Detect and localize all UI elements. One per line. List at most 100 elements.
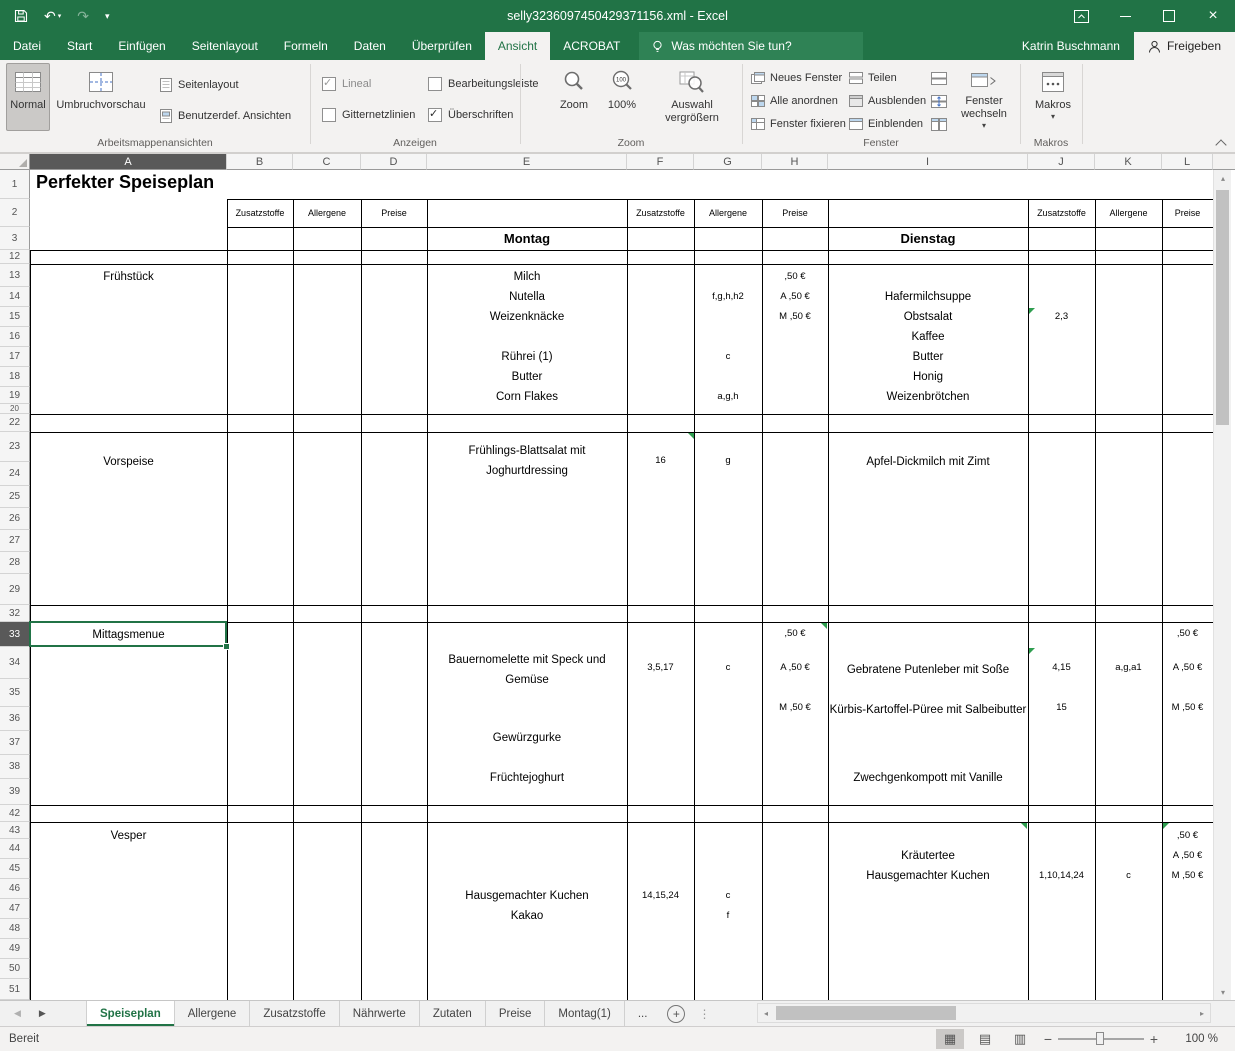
cell-menu-item[interactable]: Zwechgenkompott mit Vanille [828, 768, 1028, 788]
cell-allergens[interactable]: c [694, 886, 762, 906]
cell-menu-item[interactable]: Nutella [427, 287, 627, 307]
cell-allergens[interactable]: a,g,a1 [1095, 658, 1162, 678]
sheet-tab-bar: ◀ ▶ Speiseplan Allergene Zusatzstoffe Nä… [0, 1000, 1235, 1026]
cell-menu-item[interactable]: Honig [828, 367, 1028, 387]
cell-price[interactable]: M ,50 € [1162, 866, 1213, 886]
cell-menu-item[interactable]: Gewürzgurke [427, 728, 627, 748]
cell-menu-item[interactable]: Hausgemachter Kuchen [427, 886, 627, 906]
cell-menu-item[interactable]: Weizenknäcke [427, 307, 627, 327]
cell-allergens[interactable]: f,g,h,h2 [694, 287, 762, 307]
horizontal-scrollbar-thumb[interactable] [776, 1006, 956, 1020]
cell-menu-item[interactable]: Gebratene Putenleber mit Soße [828, 650, 1028, 690]
cell-menu-item[interactable]: Kräutertee [828, 846, 1028, 866]
cell-column-label[interactable]: Allergene [694, 203, 762, 223]
cell-menu-item[interactable]: Apfel-Dickmilch mit Zimt [828, 452, 1028, 472]
cell-menu-item[interactable]: Früchtejoghurt [427, 768, 627, 788]
cell-price[interactable]: M ,50 € [1162, 698, 1213, 718]
scroll-left-button[interactable]: ◂ [758, 1004, 774, 1022]
cell-price[interactable]: ,50 € [762, 624, 828, 644]
cell-menu-item[interactable]: Milch [427, 267, 627, 287]
cell-day-header-tuesday[interactable]: Dienstag [828, 228, 1028, 249]
cell-section-title[interactable]: Vesper [30, 826, 227, 846]
cell-allergens[interactable]: g [694, 451, 762, 471]
cell-allergens[interactable]: c [1095, 866, 1162, 886]
cell-additives[interactable]: 2,3 [1028, 307, 1095, 327]
vertical-scrollbar[interactable]: ▴ ▾ [1213, 170, 1231, 1000]
sheet-tab-speiseplan[interactable]: Speiseplan [86, 1001, 175, 1026]
cell-price[interactable]: M ,50 € [762, 698, 828, 718]
cell-section-title[interactable]: Frühstück [30, 267, 227, 287]
cell-allergens[interactable]: c [694, 347, 762, 367]
cell-section-title[interactable]: Vorspeise [30, 452, 227, 472]
cell-menu-item[interactable]: Frühlings-Blattsalat mit Joghurtdressing [427, 441, 627, 481]
tab-scrollbar-splitter[interactable]: ⋮ [692, 1001, 716, 1026]
fill-handle[interactable] [223, 643, 230, 650]
zoom-out-button[interactable]: − [1040, 1027, 1056, 1051]
cell-menu-item[interactable]: Rührei (1) [427, 347, 627, 367]
cell-workbook-title[interactable]: Perfekter Speiseplan [36, 172, 214, 193]
next-sheet-button[interactable]: ▶ [39, 1008, 46, 1019]
status-mode: Bereit [9, 1027, 39, 1051]
page-break-view-status-button[interactable]: ▥ [1006, 1029, 1034, 1049]
cell-price[interactable]: M ,50 € [762, 307, 828, 327]
page-layout-view-status-button[interactable]: ▤ [971, 1029, 999, 1049]
cell-menu-item[interactable]: Butter [828, 347, 1028, 367]
cell-menu-item[interactable]: Weizenbrötchen [828, 387, 1028, 407]
cell-column-label[interactable]: Zusatzstoffe [227, 203, 293, 223]
cell-menu-item[interactable]: Bauernomelette mit Speck und Gemüse [427, 650, 627, 690]
cell-additives[interactable]: 3,5,17 [627, 658, 694, 678]
cell-price[interactable]: ,50 € [1162, 826, 1213, 846]
sheet-tab-allergene[interactable]: Allergene [175, 1001, 251, 1026]
cell-additives[interactable]: 1,10,14,24 [1028, 866, 1095, 886]
cell-allergens[interactable]: f [694, 906, 762, 926]
zoom-slider-thumb[interactable] [1096, 1032, 1104, 1045]
status-bar: Bereit ▦ ▤ ▥ − + 100 % [0, 1026, 1235, 1051]
cell-menu-item[interactable]: Kürbis-Kartoffel-Püree mit Salbeibutter [828, 690, 1028, 730]
cell-column-label[interactable]: Preise [361, 203, 427, 223]
scroll-down-button[interactable]: ▾ [1214, 984, 1232, 1000]
cell-column-label[interactable]: Allergene [293, 203, 361, 223]
cell-additives[interactable]: 16 [627, 451, 694, 471]
cell-price[interactable]: A ,50 € [1162, 846, 1213, 866]
zoom-in-button[interactable]: + [1146, 1027, 1162, 1051]
cell-column-label[interactable]: Allergene [1095, 203, 1162, 223]
cell-price[interactable]: A ,50 € [1162, 658, 1213, 678]
sheet-tab-zusatzstoffe[interactable]: Zusatzstoffe [250, 1001, 339, 1026]
cell-column-label[interactable]: Preise [762, 203, 828, 223]
error-indicator-icon [1029, 648, 1035, 654]
cell-price[interactable]: ,50 € [762, 267, 828, 287]
cell-additives[interactable]: 4,15 [1028, 658, 1095, 678]
cell-menu-item[interactable]: Hausgemachter Kuchen [828, 866, 1028, 886]
cell-column-label[interactable]: Zusatzstoffe [627, 203, 694, 223]
cell-menu-item[interactable]: Kaffee [828, 327, 1028, 347]
scroll-up-button[interactable]: ▴ [1214, 170, 1232, 186]
cell-column-label[interactable]: Preise [1162, 203, 1213, 223]
cell-column-label[interactable]: Zusatzstoffe [1028, 203, 1095, 223]
cell-allergens[interactable]: c [694, 658, 762, 678]
cell-menu-item[interactable]: Butter [427, 367, 627, 387]
cell-menu-item[interactable]: Corn Flakes [427, 387, 627, 407]
cell-day-header-monday[interactable]: Montag [427, 228, 627, 249]
scroll-right-button[interactable]: ▸ [1194, 1004, 1210, 1022]
cell-menu-item[interactable]: Hafermilchsuppe [828, 287, 1028, 307]
cell-additives[interactable]: 15 [1028, 698, 1095, 718]
sheet-tab-overflow[interactable]: ... [625, 1001, 661, 1026]
cell-menu-item[interactable]: Obstsalat [828, 307, 1028, 327]
cell-price[interactable]: A ,50 € [762, 658, 828, 678]
sheet-tab-naehrwerte[interactable]: Nährwerte [340, 1001, 420, 1026]
zoom-level[interactable]: 100 % [1166, 1027, 1218, 1051]
cell-price[interactable]: A ,50 € [762, 287, 828, 307]
horizontal-scrollbar[interactable]: ◂ ▸ [757, 1003, 1211, 1023]
active-cell-selection[interactable] [29, 621, 227, 647]
cell-additives[interactable]: 14,15,24 [627, 886, 694, 906]
previous-sheet-button[interactable]: ◀ [14, 1008, 21, 1019]
normal-view-status-button[interactable]: ▦ [936, 1029, 964, 1049]
new-sheet-button[interactable]: + [660, 1001, 692, 1026]
sheet-tab-zutaten[interactable]: Zutaten [420, 1001, 486, 1026]
cell-allergens[interactable]: a,g,h [694, 387, 762, 407]
cell-menu-item[interactable]: Kakao [427, 906, 627, 926]
sheet-tab-preise[interactable]: Preise [486, 1001, 546, 1026]
sheet-tab-montag1[interactable]: Montag(1) [545, 1001, 624, 1026]
vertical-scrollbar-thumb[interactable] [1216, 190, 1229, 425]
cell-price[interactable]: ,50 € [1162, 624, 1213, 644]
